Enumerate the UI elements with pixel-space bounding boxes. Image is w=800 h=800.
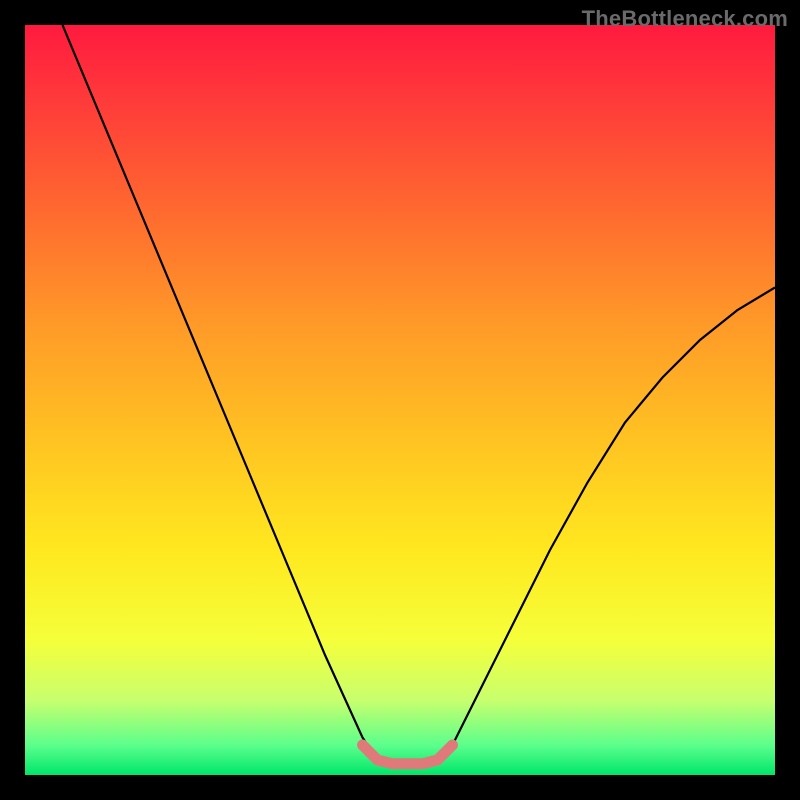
- chart-svg: [25, 25, 775, 775]
- bottleneck-curve: [63, 25, 776, 768]
- optimal-band: [363, 745, 453, 764]
- plot-area: [25, 25, 775, 775]
- chart-frame: TheBottleneck.com: [0, 0, 800, 800]
- watermark-label: TheBottleneck.com: [582, 6, 788, 32]
